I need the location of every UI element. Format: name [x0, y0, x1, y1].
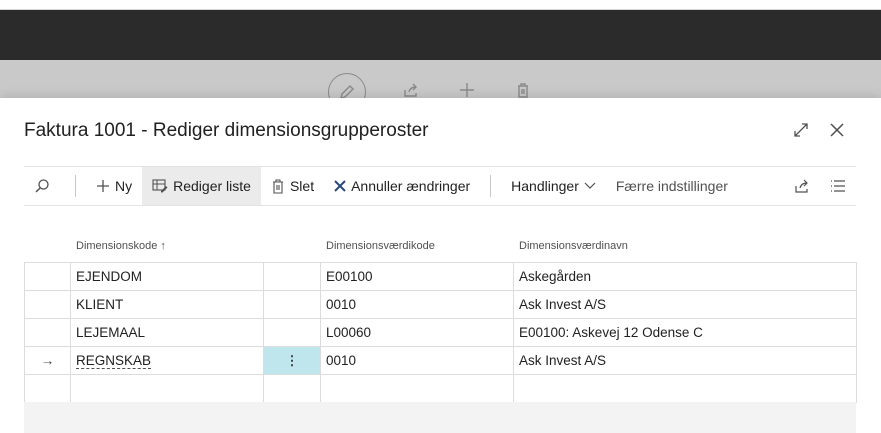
search-icon [34, 178, 50, 194]
fewer-options-button[interactable]: Færre indstillinger [606, 167, 738, 205]
row-action-cell[interactable] [263, 262, 321, 291]
current-row-arrow-icon: → [24, 346, 71, 375]
toolbar-divider [75, 175, 76, 197]
edit-dimension-dialog: Faktura 1001 - Rediger dimensionsgrupper… [0, 98, 881, 433]
dimension-value-code-cell[interactable] [320, 374, 514, 403]
row-action-cell[interactable] [263, 290, 321, 319]
delete-button[interactable]: Slet [261, 167, 324, 205]
dimension-code-cell[interactable]: EJENDOM [70, 262, 264, 291]
cancel-changes-button[interactable]: Annuller ændringer [324, 167, 480, 205]
dimension-value-code-cell[interactable]: 0010 [320, 346, 514, 375]
dimension-grid: EJENDOM E00100 Askegården KLIENT 0010 As… [24, 262, 857, 403]
plus-icon [96, 179, 110, 193]
row-action-cell[interactable] [263, 318, 321, 347]
column-header-dimension-value-name[interactable]: Dimensionsværdinavn [519, 240, 628, 252]
cancel-changes-label: Annuller ændringer [351, 178, 471, 194]
row-action-cell[interactable] [263, 374, 321, 403]
chevron-down-icon [584, 182, 596, 190]
dimension-code-cell[interactable] [70, 374, 264, 403]
dimension-value-code-cell[interactable]: 0010 [320, 290, 514, 319]
table-row-selected[interactable]: → REGNSKAB ⋮ 0010 Ask Invest A/S [24, 346, 857, 375]
list-view-button[interactable] [820, 167, 856, 205]
actions-menu-button[interactable]: Handlinger [501, 167, 606, 205]
column-header-dimension-code[interactable]: Dimensionskode ↑ [76, 240, 166, 252]
expand-icon[interactable] [789, 118, 813, 142]
dimension-value-name-cell: Askegården [513, 262, 857, 291]
row-indicator [24, 290, 71, 319]
edit-list-icon [152, 179, 168, 193]
table-row[interactable]: EJENDOM E00100 Askegården [24, 262, 857, 291]
dimension-code-cell[interactable]: LEJEMAAL [70, 318, 264, 347]
dimension-value-code-cell[interactable]: E00100 [320, 262, 514, 291]
row-indicator [24, 262, 71, 291]
share-button[interactable] [784, 167, 820, 205]
toolbar-divider [490, 175, 492, 197]
dimension-code-cell[interactable]: REGNSKAB [70, 346, 264, 375]
table-row[interactable]: LEJEMAAL L00060 E00100: Askevej 12 Odens… [24, 318, 857, 347]
delete-icon [271, 178, 285, 194]
edit-list-label: Rediger liste [173, 178, 251, 194]
dimension-value-name-cell [513, 374, 857, 403]
new-button[interactable]: Ny [86, 167, 142, 205]
dimension-value-code-cell[interactable]: L00060 [320, 318, 514, 347]
search-button[interactable] [24, 167, 65, 205]
actions-label: Handlinger [511, 178, 579, 194]
edit-list-button[interactable]: Rediger liste [142, 167, 261, 205]
table-row[interactable]: KLIENT 0010 Ask Invest A/S [24, 290, 857, 319]
column-header-dimension-value-code[interactable]: Dimensionsværdikode [326, 240, 435, 252]
grid-footer [24, 402, 856, 433]
list-view-icon [830, 179, 846, 193]
dimension-value-name-cell: Ask Invest A/S [513, 346, 857, 375]
browser-top-strip [0, 0, 881, 10]
dialog-title: Faktura 1001 - Rediger dimensionsgrupper… [24, 120, 429, 141]
dimension-code-cell[interactable]: KLIENT [70, 290, 264, 319]
share-icon [794, 178, 810, 194]
fewer-options-label: Færre indstillinger [615, 178, 728, 194]
row-indicator [24, 318, 71, 347]
delete-button-label: Slet [289, 178, 315, 194]
row-indicator [24, 374, 71, 403]
app-header-bar [0, 10, 881, 60]
dimension-code-link[interactable]: REGNSKAB [76, 353, 152, 369]
action-toolbar: Ny Rediger liste Slet Annuller ændringer… [24, 166, 856, 206]
dimension-value-name-cell: Ask Invest A/S [513, 290, 857, 319]
row-menu-icon[interactable]: ⋮ [263, 346, 321, 375]
close-icon[interactable] [825, 118, 849, 142]
cancel-icon [334, 180, 346, 192]
dimension-value-name-cell: E00100: Askevej 12 Odense C [513, 318, 857, 347]
table-row-empty[interactable] [24, 374, 857, 403]
new-button-label: Ny [115, 178, 133, 194]
